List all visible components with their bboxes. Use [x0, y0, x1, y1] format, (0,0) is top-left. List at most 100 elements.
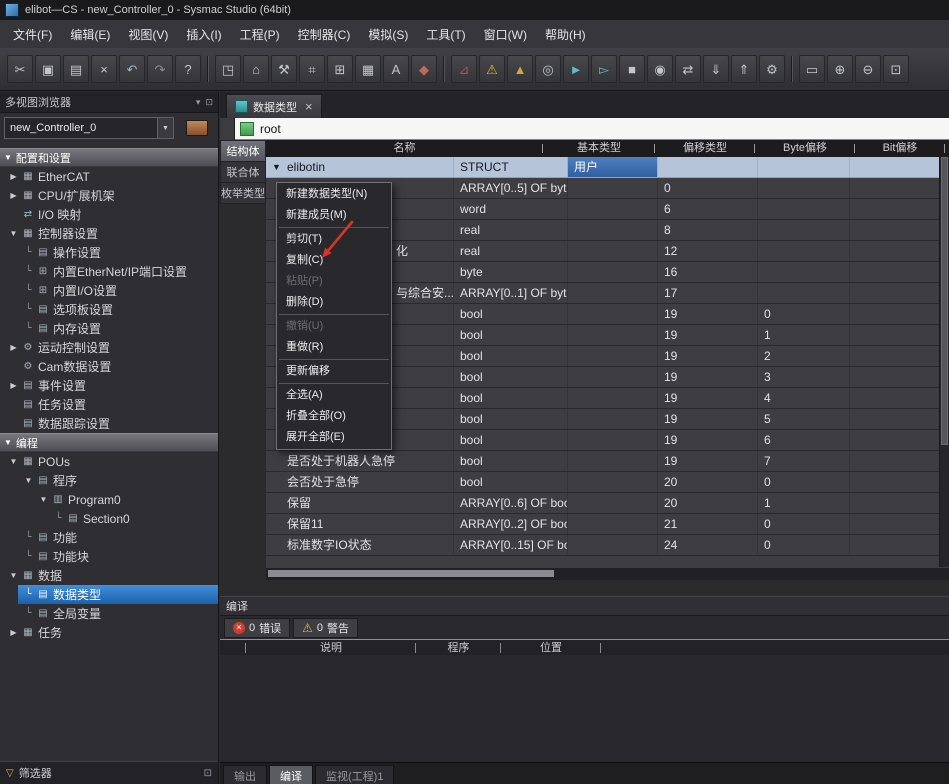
table-row[interactable]: 是否处于机器人急停bool197 [266, 451, 949, 472]
panel-tab-监视(工程)1[interactable]: 监视(工程)1 [315, 765, 394, 784]
tree-expander-icon[interactable]: ▶ [7, 343, 20, 352]
context-menu-item-折叠全部(O)[interactable]: 折叠全部(O) [277, 406, 391, 427]
sidebar-item-功能[interactable]: └▤功能 [0, 528, 218, 547]
menu-item-10[interactable]: 帮助(H) [536, 20, 595, 48]
column-header-偏移类型[interactable]: 偏移类型 [655, 140, 755, 157]
column-header-Byte偏移[interactable]: Byte偏移 [755, 140, 855, 157]
settings-icon[interactable]: ⚙ [759, 55, 785, 83]
sidebar-item-数据跟踪设置[interactable]: ▤数据跟踪设置 [0, 414, 218, 433]
filter-bar[interactable]: ▽ 筛选器 ⊡ [0, 761, 218, 784]
zoom-out-icon[interactable]: ⊖ [855, 55, 881, 83]
sidebar-item-操作设置[interactable]: └▤操作设置 [0, 243, 218, 262]
security-icon[interactable]: ◆ [411, 55, 437, 83]
undo-icon[interactable]: ↶ [119, 55, 145, 83]
cross-reference-icon[interactable]: A [383, 55, 409, 83]
upload-icon[interactable]: ⇑ [731, 55, 757, 83]
sidebar-item-POUs[interactable]: ▼▦POUs [0, 452, 218, 471]
sidebar-item-全局变量[interactable]: └▤全局变量 [0, 604, 218, 623]
context-menu-item-全选(A)[interactable]: 全选(A) [277, 385, 391, 406]
copy-icon[interactable]: ▣ [35, 55, 61, 83]
sidebar-item-CPU/扩展机架[interactable]: ▶▦CPU/扩展机架 [0, 186, 218, 205]
sidebar-item-任务[interactable]: ▶▦任务 [0, 623, 218, 642]
context-menu-item-更新偏移[interactable]: 更新偏移 [277, 361, 391, 382]
tree-expander-icon[interactable]: ▶ [7, 381, 20, 390]
section-header-config[interactable]: ▼配置和设置 [0, 148, 218, 167]
sidebar-item-程序[interactable]: ▼▤程序 [0, 471, 218, 490]
menu-item-2[interactable]: 编辑(E) [61, 20, 119, 48]
sidebar-item-I/O 映射[interactable]: ⇄I/O 映射 [0, 205, 218, 224]
sidebar-item-Cam数据设置[interactable]: ⚙Cam数据设置 [0, 357, 218, 376]
tree-expander-icon[interactable]: ▼ [7, 571, 20, 580]
filter-pin-icon[interactable]: ⊡ [204, 768, 212, 779]
tree-expander-icon[interactable]: ▼ [7, 457, 20, 466]
paste-icon[interactable]: ▤ [63, 55, 89, 83]
errors-chip[interactable]: ✕ 0 错误 [224, 618, 290, 638]
sidebar-item-内存设置[interactable]: └▤内存设置 [0, 319, 218, 338]
download-icon[interactable]: ⇓ [703, 55, 729, 83]
sidebar-item-功能块[interactable]: └▤功能块 [0, 547, 218, 566]
help-icon[interactable]: ? [175, 55, 201, 83]
table-row[interactable]: 保留ARRAY[0..6] OF bool201 [266, 493, 949, 514]
table-row[interactable]: 会否处于急停bool200 [266, 472, 949, 493]
menu-item-3[interactable]: 视图(V) [119, 20, 177, 48]
variable-table-icon[interactable]: ⊞ [327, 55, 353, 83]
alarm-icon[interactable]: ▲ [507, 55, 533, 83]
context-menu-item-删除(D)[interactable]: 删除(D) [277, 292, 391, 313]
menu-item-5[interactable]: 工程(P) [231, 20, 289, 48]
tree-expander-icon[interactable]: ▼ [7, 229, 20, 238]
row-expander-icon[interactable]: ▼ [272, 157, 287, 177]
side-tab-联合体[interactable]: 联合体 [220, 162, 266, 183]
cut-icon[interactable]: ✂ [7, 55, 33, 83]
sidebar-item-EtherCAT[interactable]: ▶▦EtherCAT [0, 167, 218, 186]
context-menu-item-重做(R)[interactable]: 重做(R) [277, 337, 391, 358]
step-icon[interactable]: ▻ [591, 55, 617, 83]
redo-icon[interactable]: ↷ [147, 55, 173, 83]
context-menu-item-展开全部(E)[interactable]: 展开全部(E) [277, 427, 391, 448]
root-name-field[interactable]: root [235, 118, 949, 140]
build-icon[interactable]: ⌂ [243, 55, 269, 83]
table-row[interactable]: 保留11ARRAY[0..2] OF bool210 [266, 514, 949, 535]
menu-item-9[interactable]: 窗口(W) [475, 20, 536, 48]
context-menu-item-复制(C)[interactable]: 复制(C) [277, 250, 391, 271]
menu-item-6[interactable]: 控制器(C) [289, 20, 360, 48]
tree-expander-icon[interactable]: ▼ [37, 495, 50, 504]
sidebar-item-内置I/O设置[interactable]: └⊞内置I/O设置 [0, 281, 218, 300]
warning-icon[interactable]: ⚠ [479, 55, 505, 83]
build-column-程序[interactable]: 程序 [416, 640, 501, 656]
chevron-down-icon[interactable]: ▼ [157, 118, 173, 138]
column-header-名称[interactable]: 名称 [266, 140, 543, 157]
pin-icon[interactable]: ⊡ [205, 97, 213, 108]
context-menu-item-新建成员(M)[interactable]: 新建成员(M) [277, 205, 391, 226]
watch-table-icon[interactable]: ▦ [355, 55, 381, 83]
sidebar-item-数据[interactable]: ▼▦数据 [0, 566, 218, 585]
select-tool-icon[interactable]: ▭ [799, 55, 825, 83]
panel-tab-编译[interactable]: 编译 [269, 765, 313, 784]
section-header-programming[interactable]: ▼编程 [0, 433, 218, 452]
panel-tab-输出[interactable]: 输出 [223, 765, 267, 784]
tab-data-types[interactable]: 数据类型 × [226, 94, 322, 118]
delete-icon[interactable]: × [91, 55, 117, 83]
online-icon[interactable]: ◉ [647, 55, 673, 83]
horizontal-scrollbar[interactable] [266, 567, 949, 580]
sidebar-item-数据类型[interactable]: └▤数据类型 [0, 585, 218, 604]
3d-view-icon[interactable]: ◳ [215, 55, 241, 83]
tools-icon[interactable]: ⚒ [271, 55, 297, 83]
column-header-基本类型[interactable]: 基本类型 [543, 140, 655, 157]
side-tab-结构体[interactable]: 结构体 [220, 140, 266, 162]
context-menu-item-剪切(T)[interactable]: 剪切(T) [277, 229, 391, 250]
menu-item-7[interactable]: 模拟(S) [359, 20, 417, 48]
side-tab-枚举类型[interactable]: 枚举类型 [220, 183, 266, 204]
zoom-in-icon[interactable]: ⊕ [827, 55, 853, 83]
menu-item-4[interactable]: 插入(I) [177, 20, 230, 48]
sidebar-item-内置EtherNet/IP端口设置[interactable]: └⊞内置EtherNet/IP端口设置 [0, 262, 218, 281]
edit-mode-icon[interactable]: ⊿ [451, 55, 477, 83]
sidebar-item-事件设置[interactable]: ▶▤事件设置 [0, 376, 218, 395]
menu-item-1[interactable]: 文件(F) [4, 20, 61, 48]
tree-expander-icon[interactable]: ▶ [7, 172, 20, 181]
collapse-icon[interactable]: ▾ [196, 97, 201, 108]
context-menu-item-新建数据类型(N)[interactable]: 新建数据类型(N) [277, 184, 391, 205]
monitor-icon[interactable]: ◎ [535, 55, 561, 83]
controller-select[interactable]: new_Controller_0 ▼ [4, 117, 174, 139]
sidebar-item-任务设置[interactable]: ▤任务设置 [0, 395, 218, 414]
tab-close-icon[interactable]: × [305, 100, 313, 113]
